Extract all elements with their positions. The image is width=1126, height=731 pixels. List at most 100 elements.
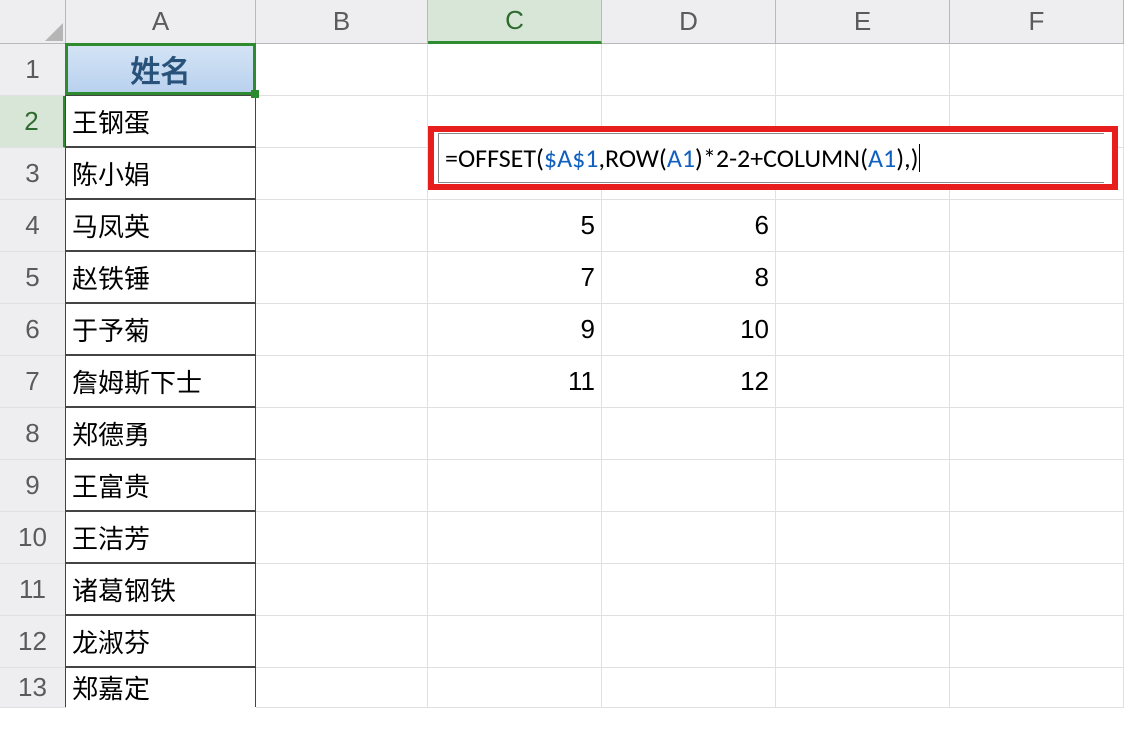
row-header-5[interactable]: 5: [0, 252, 66, 304]
column-header-B[interactable]: B: [256, 0, 428, 44]
cell-B13[interactable]: [256, 668, 428, 708]
cell-D4[interactable]: 6: [602, 200, 776, 252]
cell-B11[interactable]: [256, 564, 428, 616]
column-header-F[interactable]: F: [950, 0, 1124, 44]
cell-F11[interactable]: [950, 564, 1124, 616]
cell-C11[interactable]: [428, 564, 602, 616]
cell-F4[interactable]: [950, 200, 1124, 252]
cell-A7[interactable]: 詹姆斯下士: [65, 355, 256, 407]
row-header-12[interactable]: 12: [0, 616, 66, 668]
row-header-13[interactable]: 13: [0, 668, 66, 708]
cell-A11[interactable]: 诸葛钢铁: [65, 563, 256, 615]
cell-D6[interactable]: 10: [602, 304, 776, 356]
cell-A10[interactable]: 王洁芳: [65, 511, 256, 563]
row-header-6[interactable]: 6: [0, 304, 66, 356]
formula-token: (: [536, 142, 544, 174]
cell-F12[interactable]: [950, 616, 1124, 668]
row-header-7[interactable]: 7: [0, 356, 66, 408]
cell-A8[interactable]: 郑德勇: [65, 407, 256, 459]
cell-B4[interactable]: [256, 200, 428, 252]
cell-A5[interactable]: 赵铁锤: [65, 251, 256, 303]
cell-F10[interactable]: [950, 512, 1124, 564]
cell-E1[interactable]: [776, 44, 950, 96]
formula-token: =: [445, 142, 458, 174]
cell-C9[interactable]: [428, 460, 602, 512]
row-header-11[interactable]: 11: [0, 564, 66, 616]
cell-C5[interactable]: 7: [428, 252, 602, 304]
formula-input[interactable]: =OFFSET($A$1,ROW(A1)*2-2+COLUMN(A1),): [438, 133, 1104, 183]
row-header-4[interactable]: 4: [0, 200, 66, 252]
row-header-10[interactable]: 10: [0, 512, 66, 564]
cell-F13[interactable]: [950, 668, 1124, 708]
cell-E13[interactable]: [776, 668, 950, 708]
cell-C4[interactable]: 5: [428, 200, 602, 252]
cell-E9[interactable]: [776, 460, 950, 512]
cell-C10[interactable]: [428, 512, 602, 564]
cell-D11[interactable]: [602, 564, 776, 616]
cell-A1[interactable]: 姓名: [65, 43, 256, 95]
cell-D9[interactable]: [602, 460, 776, 512]
spreadsheet-viewport: ABCDEF1姓名2王钢蛋3陈小娟344马凤英565赵铁锤786于予菊9107詹…: [0, 0, 1126, 731]
cell-A13[interactable]: 郑嘉定: [65, 667, 256, 707]
cell-E12[interactable]: [776, 616, 950, 668]
cell-E6[interactable]: [776, 304, 950, 356]
cell-E7[interactable]: [776, 356, 950, 408]
cell-F1[interactable]: [950, 44, 1124, 96]
cell-C7[interactable]: 11: [428, 356, 602, 408]
column-header-A[interactable]: A: [66, 0, 256, 44]
cell-A2[interactable]: 王钢蛋: [65, 95, 256, 147]
formula-token: A1: [667, 142, 695, 174]
row-header-9[interactable]: 9: [0, 460, 66, 512]
formula-token: ): [695, 142, 703, 174]
column-header-D[interactable]: D: [602, 0, 776, 44]
cell-A3[interactable]: 陈小娟: [65, 147, 256, 199]
formula-token: *2-2+: [703, 142, 763, 174]
cell-D5[interactable]: 8: [602, 252, 776, 304]
row-header-1[interactable]: 1: [0, 44, 66, 96]
cell-C6[interactable]: 9: [428, 304, 602, 356]
cell-C12[interactable]: [428, 616, 602, 668]
cell-B12[interactable]: [256, 616, 428, 668]
cell-D7[interactable]: 12: [602, 356, 776, 408]
cell-A6[interactable]: 于予菊: [65, 303, 256, 355]
row-header-2[interactable]: 2: [0, 96, 66, 148]
cell-F9[interactable]: [950, 460, 1124, 512]
cell-A9[interactable]: 王富贵: [65, 459, 256, 511]
cell-B6[interactable]: [256, 304, 428, 356]
text-cursor: [919, 144, 920, 172]
cell-F6[interactable]: [950, 304, 1124, 356]
cell-B10[interactable]: [256, 512, 428, 564]
cell-E5[interactable]: [776, 252, 950, 304]
cell-C8[interactable]: [428, 408, 602, 460]
cell-B3[interactable]: [256, 148, 428, 200]
cell-E4[interactable]: [776, 200, 950, 252]
cell-E8[interactable]: [776, 408, 950, 460]
cell-F7[interactable]: [950, 356, 1124, 408]
cell-D12[interactable]: [602, 616, 776, 668]
cell-E11[interactable]: [776, 564, 950, 616]
cell-D10[interactable]: [602, 512, 776, 564]
cell-D1[interactable]: [602, 44, 776, 96]
cell-F5[interactable]: [950, 252, 1124, 304]
column-header-C[interactable]: C: [428, 0, 602, 44]
cell-E10[interactable]: [776, 512, 950, 564]
cell-A12[interactable]: 龙淑芬: [65, 615, 256, 667]
cell-C1[interactable]: [428, 44, 602, 96]
cell-A4[interactable]: 马凤英: [65, 199, 256, 251]
column-header-E[interactable]: E: [776, 0, 950, 44]
cell-B5[interactable]: [256, 252, 428, 304]
cell-D8[interactable]: [602, 408, 776, 460]
spreadsheet-grid[interactable]: ABCDEF1姓名2王钢蛋3陈小娟344马凤英565赵铁锤786于予菊9107詹…: [0, 0, 1126, 708]
cell-B1[interactable]: [256, 44, 428, 96]
cell-B2[interactable]: [256, 96, 428, 148]
row-header-3[interactable]: 3: [0, 148, 66, 200]
cell-C13[interactable]: [428, 668, 602, 708]
select-all-corner[interactable]: [0, 0, 66, 44]
formula-token: (: [659, 142, 667, 174]
cell-B9[interactable]: [256, 460, 428, 512]
cell-B8[interactable]: [256, 408, 428, 460]
row-header-8[interactable]: 8: [0, 408, 66, 460]
cell-D13[interactable]: [602, 668, 776, 708]
cell-B7[interactable]: [256, 356, 428, 408]
cell-F8[interactable]: [950, 408, 1124, 460]
